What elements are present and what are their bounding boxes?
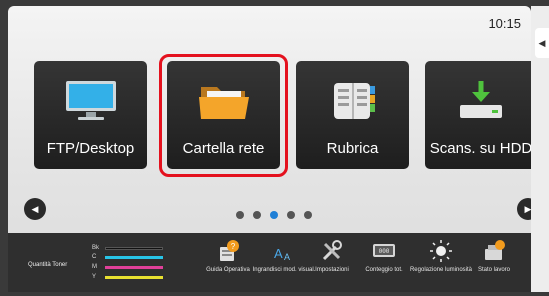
system-bar: Quantità Toner Bk C M Y ? Guida Operativ… <box>8 233 531 292</box>
job-status-button[interactable]: Stato lavoro <box>468 233 520 292</box>
tool-label: Guida Operativa <box>206 267 250 273</box>
toner-label: M <box>92 264 97 270</box>
tile-label: Scans. su HDD <box>429 140 531 157</box>
toner-level-m: M <box>92 264 163 270</box>
svg-text:A: A <box>274 246 283 261</box>
toner-bar <box>105 266 163 269</box>
hdd-download-icon <box>454 79 508 128</box>
address-book-icon <box>326 79 380 128</box>
app-tiles: FTP/Desktop Cartella rete Rubrica Scans.… <box>34 54 531 177</box>
side-panel-tab[interactable]: ◀ <box>535 28 549 58</box>
page-dot[interactable] <box>236 211 244 219</box>
toner-title: Quantità Toner <box>28 262 68 268</box>
svg-text:?: ? <box>231 242 236 251</box>
monitor-icon <box>64 79 118 128</box>
zoom-display-button[interactable]: A A Ingrandisci mod. visual. <box>253 233 316 292</box>
total-count-button[interactable]: 000 Conteggio tot. <box>358 233 410 292</box>
settings-button[interactable]: Impostazioni <box>306 233 358 292</box>
toner-level-y: Y <box>92 274 163 280</box>
settings-tools-icon <box>320 239 344 268</box>
tile-label: Rubrica <box>326 140 379 157</box>
toner-label: C <box>92 254 97 260</box>
selection-highlight <box>159 54 288 177</box>
toner-bar <box>105 256 163 259</box>
chevron-left-icon: ◀ <box>31 203 39 214</box>
toner-bar <box>105 276 163 279</box>
page-dot[interactable] <box>287 211 295 219</box>
guide-button[interactable]: ? Guida Operativa <box>202 233 254 292</box>
tile-label: FTP/Desktop <box>46 140 135 157</box>
tile-scan-to-hdd[interactable]: Scans. su HDD <box>425 61 531 169</box>
brightness-icon <box>429 239 453 268</box>
svg-text:A: A <box>284 252 290 262</box>
help-guide-icon: ? <box>216 239 240 268</box>
toner-level-bk: Bk <box>92 245 163 251</box>
chevron-left-icon: ◀ <box>538 37 546 48</box>
zoom-text-icon: A A <box>272 239 296 268</box>
previous-page-button[interactable]: ◀ <box>24 198 46 220</box>
page-dot-active[interactable] <box>270 211 278 219</box>
toner-level-c: C <box>92 254 163 260</box>
toner-label: Bk <box>92 245 100 251</box>
tile-address-book[interactable]: Rubrica <box>296 61 409 169</box>
toner-bar <box>105 247 163 250</box>
tool-label: Conteggio tot. <box>365 267 403 273</box>
page-indicator <box>236 211 312 219</box>
page-dot[interactable] <box>304 211 312 219</box>
counter-icon: 000 <box>371 239 397 268</box>
brightness-button[interactable]: Regolazione luminosità <box>410 233 472 292</box>
page-dot[interactable] <box>253 211 261 219</box>
svg-text:000: 000 <box>379 248 390 255</box>
toner-status[interactable]: Quantità Toner Bk C M Y <box>8 233 176 292</box>
clock: 10:15 <box>488 16 521 31</box>
tile-ftp-desktop[interactable]: FTP/Desktop <box>34 61 147 169</box>
tool-label: Stato lavoro <box>477 267 511 273</box>
job-status-icon <box>482 239 506 268</box>
toner-label: Y <box>92 274 97 280</box>
